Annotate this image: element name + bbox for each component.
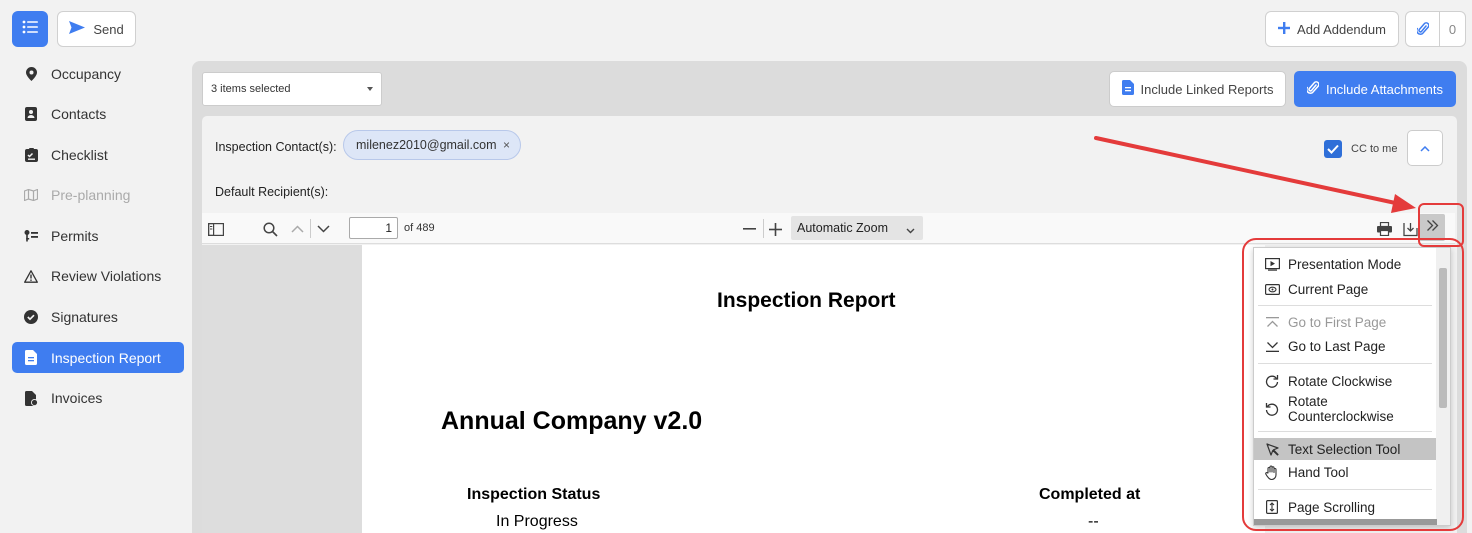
annotation-arrow bbox=[1094, 136, 1416, 213]
